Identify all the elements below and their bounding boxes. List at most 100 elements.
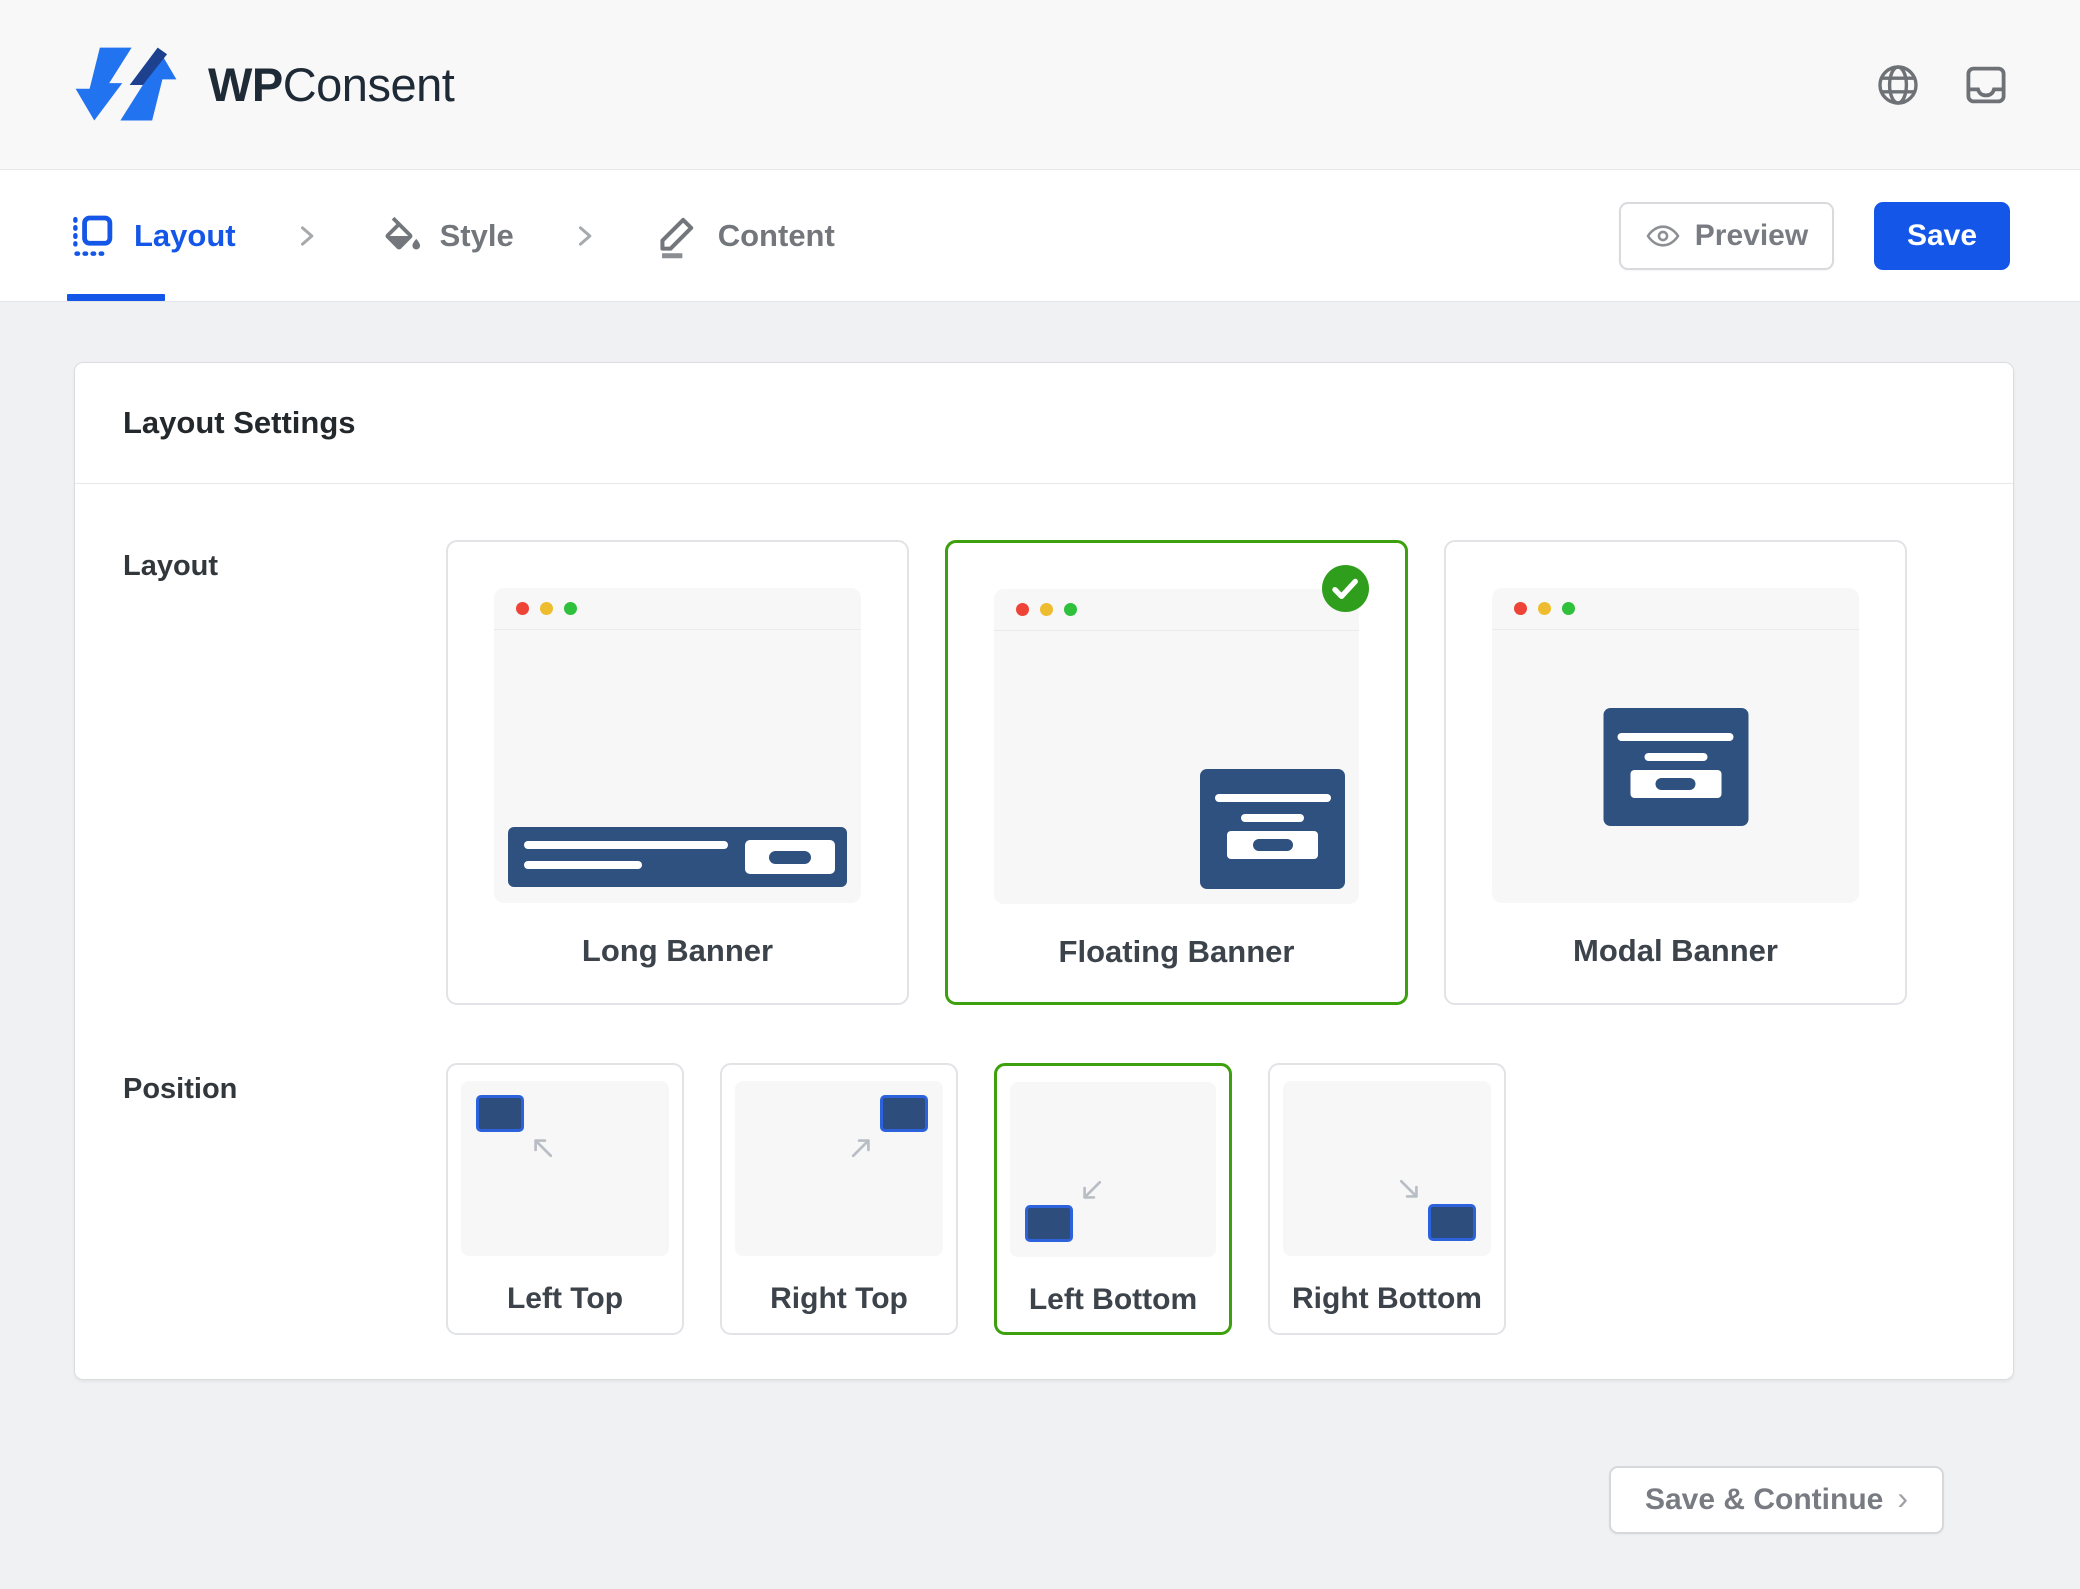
position-option-left-top[interactable]: Left Top [446, 1063, 684, 1335]
layout-option-floating-banner[interactable]: Floating Banner [945, 540, 1408, 1005]
window-dot-yellow [1538, 602, 1551, 615]
position-option-label: Right Top [722, 1282, 956, 1316]
paint-bucket-icon [376, 213, 422, 259]
card-body: Layout [75, 484, 2013, 1379]
position-option-right-top[interactable]: Right Top [720, 1063, 958, 1335]
banner-button-shape [1630, 770, 1721, 798]
window-dot-green [564, 602, 577, 615]
arrow-up-left-icon [528, 1133, 556, 1161]
banner-button-pill [769, 851, 811, 864]
mockup-titlebar [1492, 588, 1859, 630]
main-content: Layout Settings Layout [0, 302, 2080, 1534]
layout-option-label: Long Banner [448, 933, 907, 969]
footer-bar: Save & Continue › [74, 1380, 2014, 1534]
banner-text-line [524, 861, 642, 869]
save-button-label: Save [1907, 219, 1977, 253]
layout-option-label: Floating Banner [948, 934, 1405, 970]
window-dot-green [1562, 602, 1575, 615]
save-continue-label: Save & Continue [1645, 1483, 1883, 1517]
layout-option-modal-banner[interactable]: Modal Banner [1444, 540, 1907, 1005]
tab-layout-label: Layout [134, 218, 236, 254]
page-title: Layout Settings [123, 405, 1965, 441]
tab-layout[interactable]: Layout [70, 213, 236, 259]
mockup-body [994, 631, 1359, 904]
position-option-label: Right Bottom [1270, 1282, 1504, 1316]
tabbar-actions: Preview Save [1619, 202, 2010, 270]
position-option-right-bottom[interactable]: Right Bottom [1268, 1063, 1506, 1335]
window-dot-red [516, 602, 529, 615]
brand-name: WPConsent [208, 57, 454, 112]
tab-style[interactable]: Style [376, 213, 514, 259]
layout-row-label: Layout [123, 540, 446, 583]
window-dot-red [1514, 602, 1527, 615]
position-mockup [1010, 1082, 1216, 1257]
save-button[interactable]: Save [1874, 202, 2010, 270]
banner-button-pill [1253, 839, 1293, 851]
arrow-down-right-icon [1396, 1176, 1424, 1204]
position-options: Left Top Right Top [446, 1063, 1506, 1335]
layout-icon [70, 213, 116, 259]
banner-text-line [1618, 733, 1734, 741]
arrow-down-left-icon [1077, 1177, 1105, 1205]
card-header: Layout Settings [75, 363, 2013, 484]
long-banner-shape [508, 827, 847, 887]
pencil-icon [654, 213, 700, 259]
banner-position-rect [880, 1095, 928, 1132]
globe-icon[interactable] [1874, 61, 1922, 109]
brand: WPConsent [70, 38, 454, 132]
window-dot-red [1016, 603, 1029, 616]
eye-icon [1645, 218, 1681, 254]
preview-button[interactable]: Preview [1619, 202, 1834, 270]
header-icons [1874, 61, 2010, 109]
layout-settings-card: Layout Settings Layout [74, 362, 2014, 1380]
position-option-left-bottom[interactable]: Left Bottom [994, 1063, 1232, 1335]
step-tabbar: Layout Style Content [0, 170, 2080, 302]
browser-mockup [994, 589, 1359, 904]
banner-button-pill [1656, 778, 1696, 790]
inbox-tray-icon[interactable] [1962, 61, 2010, 109]
window-dot-yellow [540, 602, 553, 615]
brand-name-rest: Consent [283, 58, 455, 111]
window-dot-yellow [1040, 603, 1053, 616]
mockup-body [494, 630, 861, 903]
position-mockup [1283, 1081, 1491, 1256]
layout-option-long-banner[interactable]: Long Banner [446, 540, 909, 1005]
layout-options: Long Banner [446, 540, 1907, 1005]
wpconsent-logo-mark [70, 38, 182, 132]
position-mockup [461, 1081, 669, 1256]
position-option-label: Left Top [448, 1282, 682, 1316]
banner-button-shape [1227, 831, 1318, 859]
arrow-up-right-icon [848, 1133, 876, 1161]
banner-text-line [524, 841, 728, 849]
mockup-titlebar [494, 588, 861, 630]
active-tab-underline [67, 294, 165, 301]
mockup-titlebar [994, 589, 1359, 631]
tab-content[interactable]: Content [654, 213, 835, 259]
banner-text-line [1241, 814, 1304, 822]
position-row-label: Position [123, 1063, 446, 1106]
banner-text-line [1215, 794, 1331, 802]
browser-mockup [1492, 588, 1859, 903]
chevron-right-icon [292, 222, 320, 250]
layout-row: Layout [123, 540, 1965, 1005]
save-continue-button[interactable]: Save & Continue › [1609, 1466, 1944, 1534]
check-circle-icon [1322, 565, 1369, 612]
modal-banner-shape [1603, 708, 1748, 826]
step-tabs: Layout Style Content [70, 213, 835, 259]
brand-name-bold: WP [208, 58, 283, 111]
banner-text-line [1644, 753, 1707, 761]
banner-position-rect [476, 1095, 524, 1132]
app-header: WPConsent [0, 0, 2080, 170]
floating-banner-shape [1200, 769, 1345, 889]
window-dot-green [1064, 603, 1077, 616]
chevron-right-icon [570, 222, 598, 250]
position-mockup [735, 1081, 943, 1256]
banner-position-rect [1428, 1204, 1476, 1241]
layout-option-label: Modal Banner [1446, 933, 1905, 969]
tab-style-label: Style [440, 218, 514, 254]
banner-position-rect [1025, 1205, 1073, 1242]
mockup-body [1492, 630, 1859, 903]
chevron-right-icon: › [1897, 1480, 1908, 1520]
preview-button-label: Preview [1695, 219, 1808, 253]
tab-content-label: Content [718, 218, 835, 254]
